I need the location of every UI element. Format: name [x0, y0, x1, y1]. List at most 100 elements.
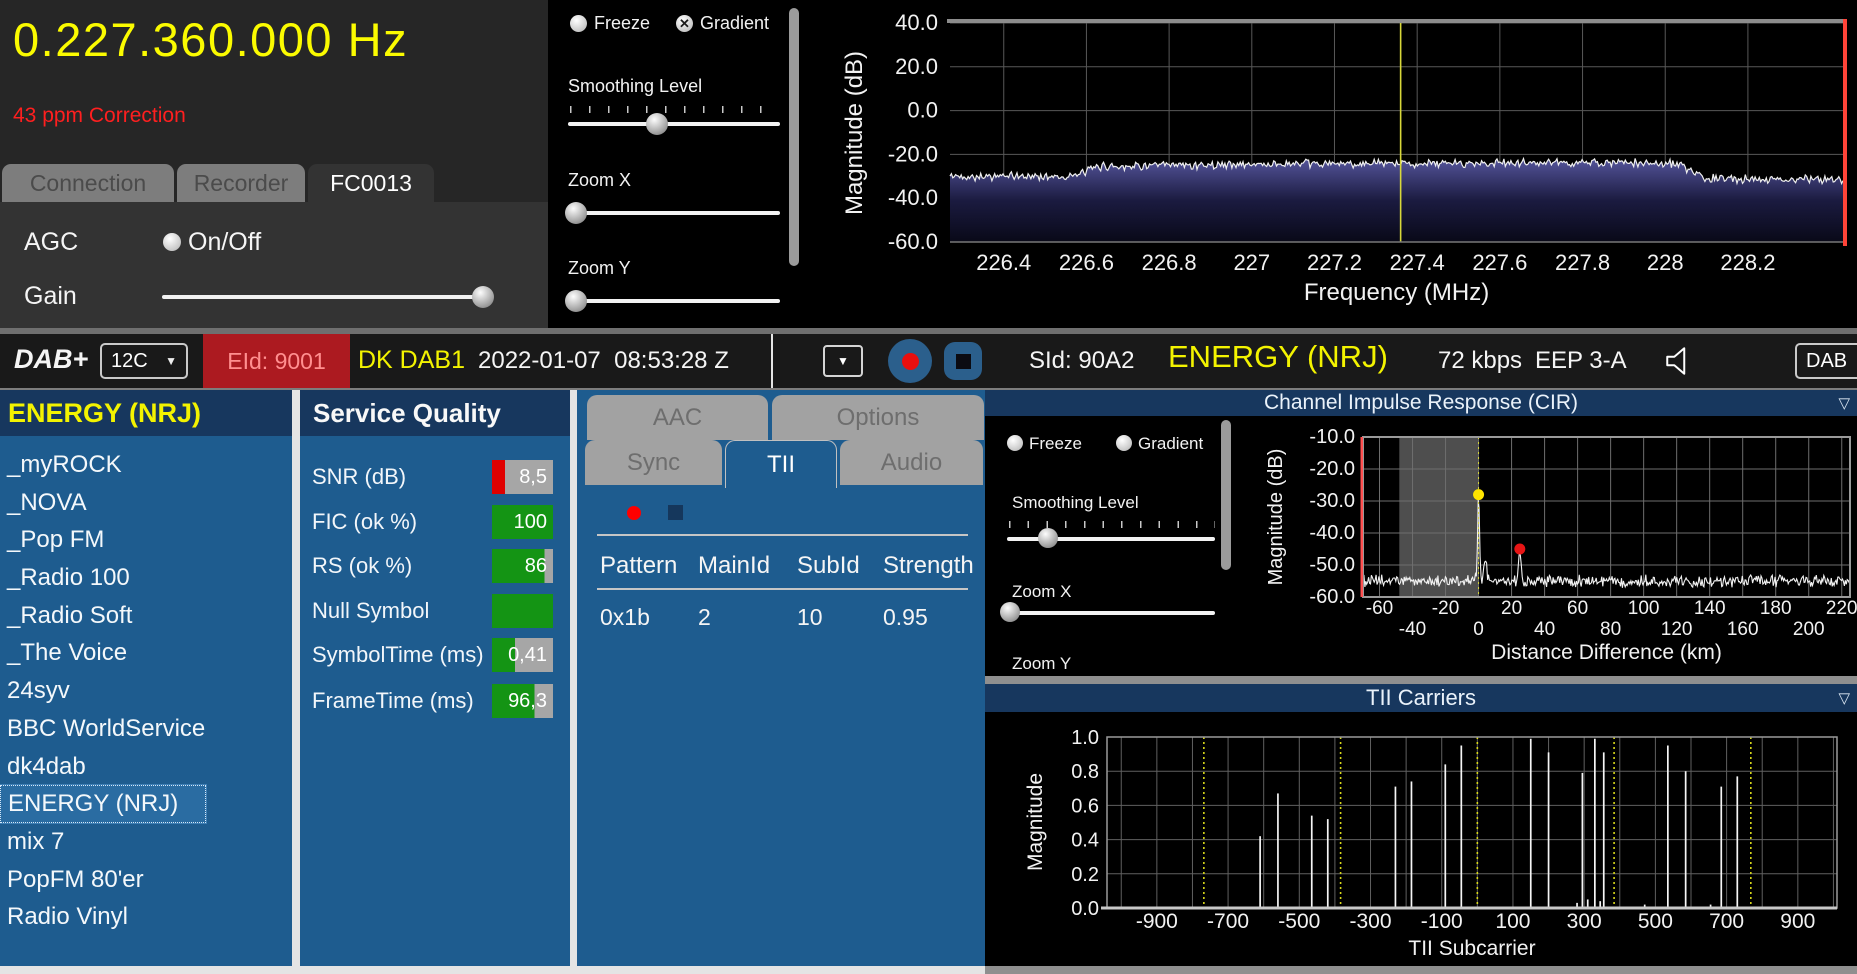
- tab-audio[interactable]: Audio: [840, 440, 983, 485]
- svg-text:-20.0: -20.0: [888, 141, 938, 166]
- cir-smoothing-thumb[interactable]: [1038, 528, 1058, 548]
- svg-text:-60: -60: [1366, 598, 1393, 619]
- tab-recorder[interactable]: Recorder: [177, 164, 305, 202]
- svg-text:Distance Difference (km): Distance Difference (km): [1491, 641, 1722, 664]
- status-bar-divider: [771, 334, 773, 388]
- service-quality-header: Service Quality: [300, 390, 570, 436]
- cir-smoothing-tick-marks: [1009, 521, 1215, 528]
- station-item[interactable]: _Pop FM: [0, 521, 292, 559]
- horizontal-scrollbar[interactable]: [985, 966, 1857, 974]
- frequency-display: 0.227.360.000 Hz: [13, 12, 408, 67]
- spectrum-smoothing-slider[interactable]: [568, 113, 780, 135]
- svg-text:TII Subcarrier: TII Subcarrier: [1408, 937, 1535, 960]
- fic-bar: 100: [492, 505, 553, 539]
- station-item[interactable]: dk4dab: [0, 748, 292, 786]
- station-item[interactable]: BBC WorldService: [0, 710, 292, 748]
- svg-text:500: 500: [1638, 910, 1673, 933]
- spectrum-zoom-y-label: Zoom Y: [568, 258, 631, 279]
- station-item[interactable]: _Radio Soft: [0, 597, 292, 635]
- tab-tii[interactable]: TII: [725, 440, 837, 488]
- cir-gradient-radio[interactable]: [1116, 435, 1132, 451]
- record-button[interactable]: [888, 339, 932, 383]
- collapse-triangle-icon[interactable]: ▽: [1838, 394, 1850, 412]
- station-item[interactable]: PopFM 80'er: [0, 861, 292, 899]
- svg-text:0: 0: [1473, 619, 1484, 640]
- svg-text:227.8: 227.8: [1555, 250, 1610, 275]
- svg-text:900: 900: [1780, 910, 1815, 933]
- station-item[interactable]: 24syv: [0, 672, 292, 710]
- status-bar: DAB+ 12C ▼ EId: 9001 DK DAB1 2022-01-07 …: [0, 334, 1857, 390]
- gain-slider-track[interactable]: [162, 295, 493, 299]
- tii-col-pattern: Pattern: [600, 552, 677, 580]
- panel-splitter[interactable]: [570, 390, 577, 974]
- tab-options[interactable]: Options: [772, 395, 984, 440]
- agc-onoff-label: On/Off: [188, 228, 261, 257]
- cir-zoom-x-slider[interactable]: [1007, 602, 1215, 624]
- cir-controls-scrollbar[interactable]: [1221, 420, 1231, 570]
- quality-row: FrameTime (ms) 96,3: [300, 684, 570, 718]
- stop-button[interactable]: [944, 342, 982, 380]
- cir-smoothing-slider[interactable]: [1007, 528, 1215, 550]
- station-item[interactable]: Radio Vinyl: [0, 898, 292, 936]
- station-item[interactable]: _myROCK: [0, 446, 292, 484]
- spectrum-freeze-radio[interactable]: [570, 15, 587, 32]
- smoothing-slider-track[interactable]: [568, 122, 780, 126]
- svg-text:227.2: 227.2: [1307, 250, 1362, 275]
- svg-text:-100: -100: [1421, 910, 1463, 933]
- svg-text:-30.0: -30.0: [1309, 490, 1355, 512]
- symboltime-label: SymbolTime (ms): [312, 638, 484, 672]
- spectrum-controls-scrollbar[interactable]: [789, 8, 799, 266]
- svg-text:-40: -40: [1399, 619, 1426, 640]
- separator-line: [597, 534, 968, 536]
- cir-zoom-x-track[interactable]: [1007, 611, 1215, 615]
- station-item-selected[interactable]: ENERGY (NRJ): [0, 785, 206, 823]
- zoom-y-slider-thumb[interactable]: [565, 290, 587, 312]
- dab-player-window: 0.227.360.000 Hz 43 ppm Correction Conne…: [0, 0, 1857, 974]
- record-icon: [902, 353, 919, 370]
- zoom-x-slider-track[interactable]: [568, 211, 780, 215]
- smoothing-slider-thumb[interactable]: [646, 113, 668, 135]
- smoothing-tick-marks: [570, 106, 778, 113]
- frametime-label: FrameTime (ms): [312, 684, 474, 718]
- null-symbol-label: Null Symbol: [312, 594, 429, 628]
- spectrum-zoom-x-slider[interactable]: [568, 202, 780, 224]
- svg-text:Magnitude (dB): Magnitude (dB): [1265, 449, 1287, 586]
- cir-freeze-radio[interactable]: [1007, 435, 1023, 451]
- station-item[interactable]: _Radio 100: [0, 559, 292, 597]
- dab-mode-label: DAB+: [14, 344, 88, 375]
- tab-sync[interactable]: Sync: [585, 440, 722, 485]
- spectrum-smoothing-label: Smoothing Level: [568, 76, 702, 97]
- station-item[interactable]: _NOVA: [0, 484, 292, 522]
- agc-radio[interactable]: [163, 233, 181, 251]
- tuner-panel: 0.227.360.000 Hz 43 ppm Correction Conne…: [0, 0, 548, 328]
- horizontal-scrollbar[interactable]: [985, 676, 1857, 684]
- snr-value: 8,5: [519, 466, 547, 489]
- zoom-x-slider-thumb[interactable]: [565, 202, 587, 224]
- spectrum-zoom-y-slider[interactable]: [568, 290, 780, 312]
- zoom-y-slider-track[interactable]: [568, 299, 780, 303]
- tab-aac[interactable]: AAC: [587, 395, 768, 440]
- expand-button[interactable]: ▼: [823, 345, 863, 377]
- svg-text:140: 140: [1694, 598, 1726, 619]
- panel-splitter[interactable]: [292, 390, 300, 974]
- output-dropdown[interactable]: DAB ▼: [1795, 343, 1857, 379]
- gain-slider-thumb[interactable]: [472, 286, 494, 308]
- svg-text:80: 80: [1600, 619, 1621, 640]
- bitrate-label: 72 kbps: [1438, 347, 1522, 375]
- sync-status-square: [668, 505, 683, 520]
- speaker-icon[interactable]: [1663, 344, 1697, 378]
- gain-slider[interactable]: [162, 286, 493, 308]
- quality-row: Null Symbol: [300, 594, 570, 628]
- collapse-triangle-icon[interactable]: ▽: [1838, 689, 1850, 707]
- cir-zoom-x-thumb[interactable]: [1000, 602, 1020, 622]
- cir-chart: -10.0-20.0-30.0-40.0-50.0-60.0-60-202060…: [1240, 416, 1857, 676]
- svg-text:60: 60: [1567, 598, 1588, 619]
- station-item[interactable]: mix 7: [0, 823, 292, 861]
- station-item[interactable]: _The Voice: [0, 634, 292, 672]
- tab-fc0013[interactable]: FC0013: [308, 164, 434, 202]
- tab-connection[interactable]: Connection: [2, 164, 174, 202]
- spectrum-gradient-radio[interactable]: ✕: [676, 15, 693, 32]
- svg-text:-60.0: -60.0: [1309, 586, 1355, 608]
- rs-bar: 86: [492, 549, 553, 583]
- channel-dropdown[interactable]: 12C ▼: [100, 343, 188, 379]
